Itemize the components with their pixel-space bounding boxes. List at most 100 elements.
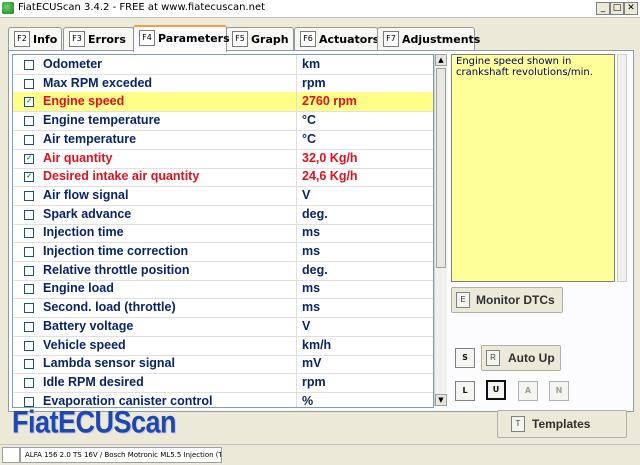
parameter-name: Battery voltage (43, 318, 134, 333)
tab-label: Adjustments (402, 33, 481, 46)
parameter-name: Lambda sensor signal (43, 356, 175, 371)
parameter-row[interactable]: Spark advance deg. (13, 204, 433, 225)
parameter-row[interactable]: Max RPM exceded rpm (13, 73, 433, 94)
column-separator (296, 260, 297, 280)
parameter-row[interactable]: Injection time correction ms (13, 242, 433, 262)
parameter-row[interactable]: Air flow signal V (13, 185, 433, 206)
tab-label: Actuators (319, 33, 380, 46)
a-button[interactable]: A (518, 381, 538, 401)
tab-parameters[interactable]: F4 Parameters (133, 25, 230, 52)
column-separator (296, 129, 297, 149)
column-separator (296, 167, 297, 187)
parameter-checkbox[interactable] (24, 340, 34, 351)
u-button[interactable]: U (486, 380, 506, 400)
parameter-checkbox[interactable] (24, 116, 34, 127)
parameter-value: deg. (302, 262, 328, 277)
parameter-value: °C (302, 113, 317, 128)
parameter-value: V (302, 187, 311, 202)
parameter-row[interactable]: ✓ Air quantity 32,0 Kg/h (13, 148, 433, 169)
parameter-name: Air flow signal (43, 187, 129, 202)
parameter-value: rpm (302, 75, 326, 90)
column-separator (296, 242, 297, 261)
parameter-name: Vehicle speed (43, 337, 126, 352)
parameter-value: 2760 rpm (302, 94, 357, 109)
parameter-row[interactable]: Lambda sensor signal mV (13, 354, 433, 375)
templates-button[interactable]: T Templates (497, 410, 627, 438)
parameter-name: Engine temperature (43, 113, 161, 128)
app-icon (2, 2, 14, 14)
parameter-name: Air quantity (43, 150, 113, 165)
parameter-row[interactable]: Injection time ms (13, 223, 433, 244)
parameter-row[interactable]: Relative throttle position deg. (13, 260, 433, 281)
auto-up-label: Auto Up (508, 351, 555, 365)
tab-actuators[interactable]: F6 Actuators (294, 27, 380, 50)
parameter-row[interactable]: Odometer km (13, 55, 433, 75)
parameter-row[interactable]: ✓ Engine speed 2760 rpm (13, 92, 433, 113)
f3-key-icon: F3 (69, 31, 85, 47)
parameter-checkbox[interactable]: ✓ (24, 153, 34, 164)
column-separator (296, 148, 297, 168)
parameter-checkbox[interactable] (24, 359, 34, 370)
auto-up-button[interactable]: R Auto Up (481, 345, 561, 371)
minimize-button[interactable]: _ (596, 2, 610, 15)
parameter-checkbox[interactable] (24, 209, 34, 220)
tab-adjustments[interactable]: F7 Adjustments (377, 27, 480, 50)
scroll-thumb[interactable] (436, 68, 446, 268)
parameter-checkbox[interactable]: ✓ (24, 172, 34, 183)
parameter-checkbox[interactable] (24, 190, 34, 201)
tab-label: Graph (251, 33, 289, 46)
parameter-list[interactable]: Odometer km Max RPM exceded rpm ✓ Engine spee… (12, 54, 434, 408)
monitor-dtcs-button[interactable]: E Monitor DTCs (451, 287, 563, 313)
l-button[interactable]: L (455, 381, 475, 401)
scroll-down-icon[interactable]: ▼ (435, 394, 447, 406)
parameter-checkbox[interactable] (24, 303, 34, 314)
parameter-name: Max RPM exceded (43, 75, 153, 90)
tab-errors[interactable]: F3 Errors (63, 27, 134, 50)
parameter-checkbox[interactable] (24, 377, 34, 388)
parameter-row[interactable]: Engine load ms (13, 279, 433, 300)
parameter-row[interactable]: Engine temperature °C (13, 111, 433, 132)
parameter-value: ms (302, 225, 321, 240)
monitor-dtcs-label: Monitor DTCs (476, 293, 555, 307)
parameter-name: Injection time (43, 225, 124, 240)
parameter-checkbox[interactable] (24, 60, 34, 70)
templates-label: Templates (532, 417, 591, 431)
f7-key-icon: F7 (383, 31, 399, 47)
status-pane-indicator (2, 447, 20, 463)
parameter-value: % (302, 393, 314, 408)
tab-info[interactable]: F2 Info (8, 27, 62, 50)
close-button[interactable]: ✕ (624, 2, 638, 15)
status-bar: ALFA 156 2.0 TS 16V / Bosch Motronic ML5… (0, 444, 640, 465)
parameter-checkbox[interactable] (24, 228, 34, 239)
f4-key-icon: F4 (139, 30, 155, 46)
parameter-row[interactable]: Idle RPM desired rpm (13, 372, 433, 393)
parameter-row[interactable]: Battery voltage V (13, 316, 433, 337)
column-separator (296, 111, 297, 131)
maximize-button[interactable]: □ (610, 2, 624, 15)
parameter-checkbox[interactable] (24, 247, 34, 257)
parameter-checkbox[interactable] (24, 265, 34, 276)
n-button[interactable]: N (549, 381, 569, 401)
description-scrollbar[interactable] (617, 54, 627, 282)
tab-graph[interactable]: F5 Graph (226, 27, 294, 50)
column-separator (296, 55, 297, 74)
s-button[interactable]: S (455, 348, 475, 368)
tab-label: Info (33, 33, 58, 46)
parameter-row[interactable]: ✓ Desired intake air quantity 24,6 Kg/h (13, 167, 433, 188)
window-title: FiatECUScan 3.4.2 - FREE at www.fiatecus… (18, 2, 266, 13)
parameter-value: ms (302, 281, 321, 296)
parameter-checkbox[interactable] (24, 321, 34, 332)
parameter-row[interactable]: Vehicle speed km/h (13, 335, 433, 356)
parameter-checkbox[interactable]: ✓ (24, 97, 34, 108)
parameter-scrollbar[interactable]: ▲ ▼ (434, 54, 447, 406)
parameter-row[interactable]: Second. load (throttle) ms (13, 298, 433, 319)
parameter-name: Desired intake air quantity (43, 169, 200, 184)
scroll-up-icon[interactable]: ▲ (435, 54, 447, 66)
parameter-checkbox[interactable] (24, 134, 34, 145)
parameter-name: Idle RPM desired (43, 374, 144, 389)
column-separator (296, 298, 297, 318)
parameter-checkbox[interactable] (24, 78, 34, 89)
parameter-row[interactable]: Air temperature °C (13, 129, 433, 150)
title-bar: FiatECUScan 3.4.2 - FREE at www.fiatecus… (0, 0, 640, 18)
parameter-checkbox[interactable] (24, 284, 34, 295)
